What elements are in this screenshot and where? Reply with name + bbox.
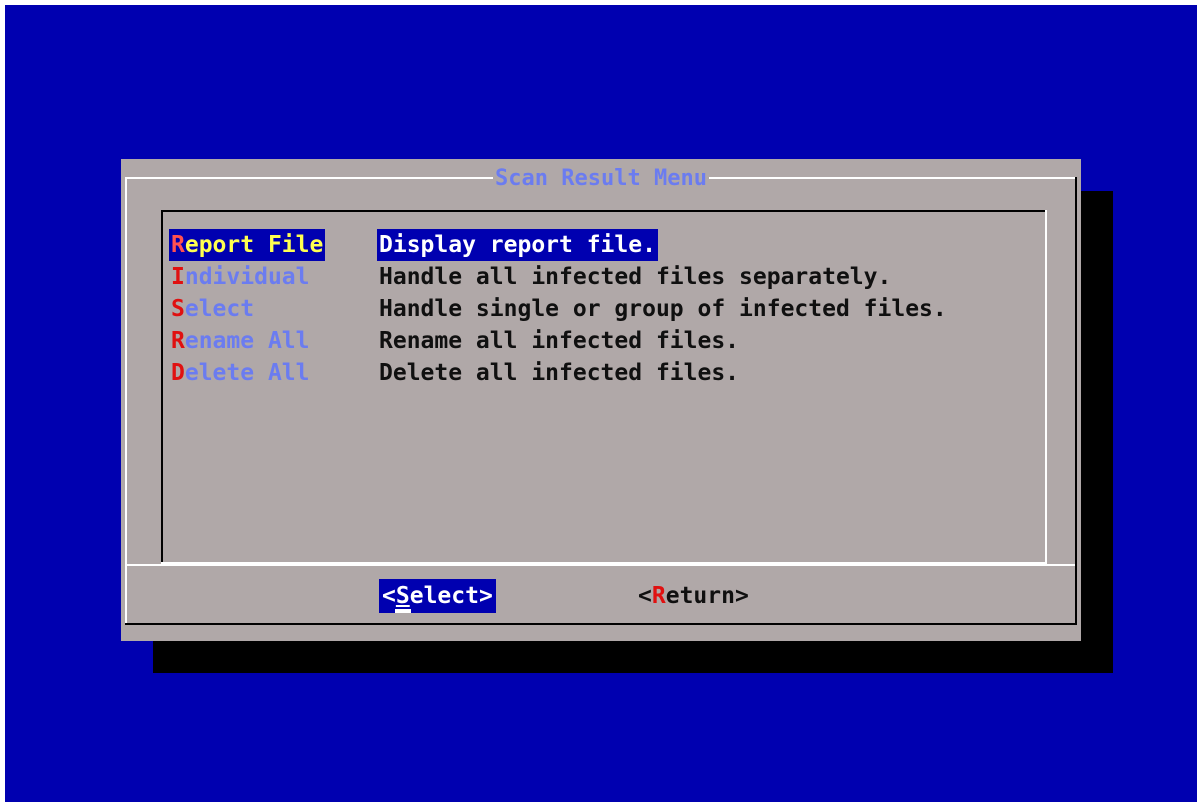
- hotkey-letter: R: [171, 232, 185, 258]
- select-button[interactable]: <Select>: [379, 579, 496, 613]
- hotkey-letter: I: [171, 264, 185, 290]
- terminal-screen: Scan Result Menu Report File Display rep…: [5, 5, 1197, 802]
- text-cursor: [395, 609, 411, 613]
- frame-right-line: [1075, 177, 1077, 625]
- menu-item-tag: Select: [171, 296, 255, 322]
- menu-item-rename-all[interactable]: Rename All Rename all infected files.: [169, 325, 1049, 357]
- return-button[interactable]: <Return>: [635, 579, 752, 613]
- menu-item-individual[interactable]: Individual Handle all infected files sep…: [169, 261, 1049, 293]
- hotkey-letter: R: [171, 328, 185, 354]
- hotkey-letter: D: [171, 360, 185, 386]
- menu-item-description: Handle all infected files separately.: [379, 264, 892, 290]
- menu-item-select[interactable]: Select Handle single or group of infecte…: [169, 293, 1049, 325]
- hotkey-letter: S: [395, 583, 410, 609]
- button-separator-line: [125, 564, 1075, 566]
- menu-item-description: Display report file.: [377, 229, 658, 261]
- dialog-title: Scan Result Menu: [493, 166, 709, 191]
- menu-item-report-file[interactable]: Report File Display report file.: [169, 229, 1049, 261]
- list-box-left-line: [161, 210, 163, 564]
- menu-list: Report File Display report file. Individ…: [169, 229, 1049, 389]
- menu-item-delete-all[interactable]: Delete All Delete all infected files.: [169, 357, 1049, 389]
- hotkey-letter: R: [651, 583, 666, 609]
- menu-item-description: Delete all infected files.: [379, 360, 740, 386]
- scan-result-dialog: Scan Result Menu Report File Display rep…: [121, 159, 1081, 641]
- menu-item-tag: Report File: [169, 229, 326, 261]
- menu-item-tag: Delete All: [171, 360, 310, 386]
- button-bar: <Select> <Return>: [121, 579, 1081, 613]
- list-box-top-line: [161, 210, 1045, 212]
- hotkey-letter: S: [171, 296, 185, 322]
- list-box-bottom-line: [161, 562, 1047, 564]
- menu-item-tag: Rename All: [171, 328, 310, 354]
- menu-item-description: Rename all infected files.: [379, 328, 740, 354]
- menu-item-tag: Individual: [171, 264, 310, 290]
- menu-item-description: Handle single or group of infected files…: [379, 296, 947, 322]
- frame-bottom-line: [125, 623, 1077, 625]
- frame-left-line: [125, 177, 127, 623]
